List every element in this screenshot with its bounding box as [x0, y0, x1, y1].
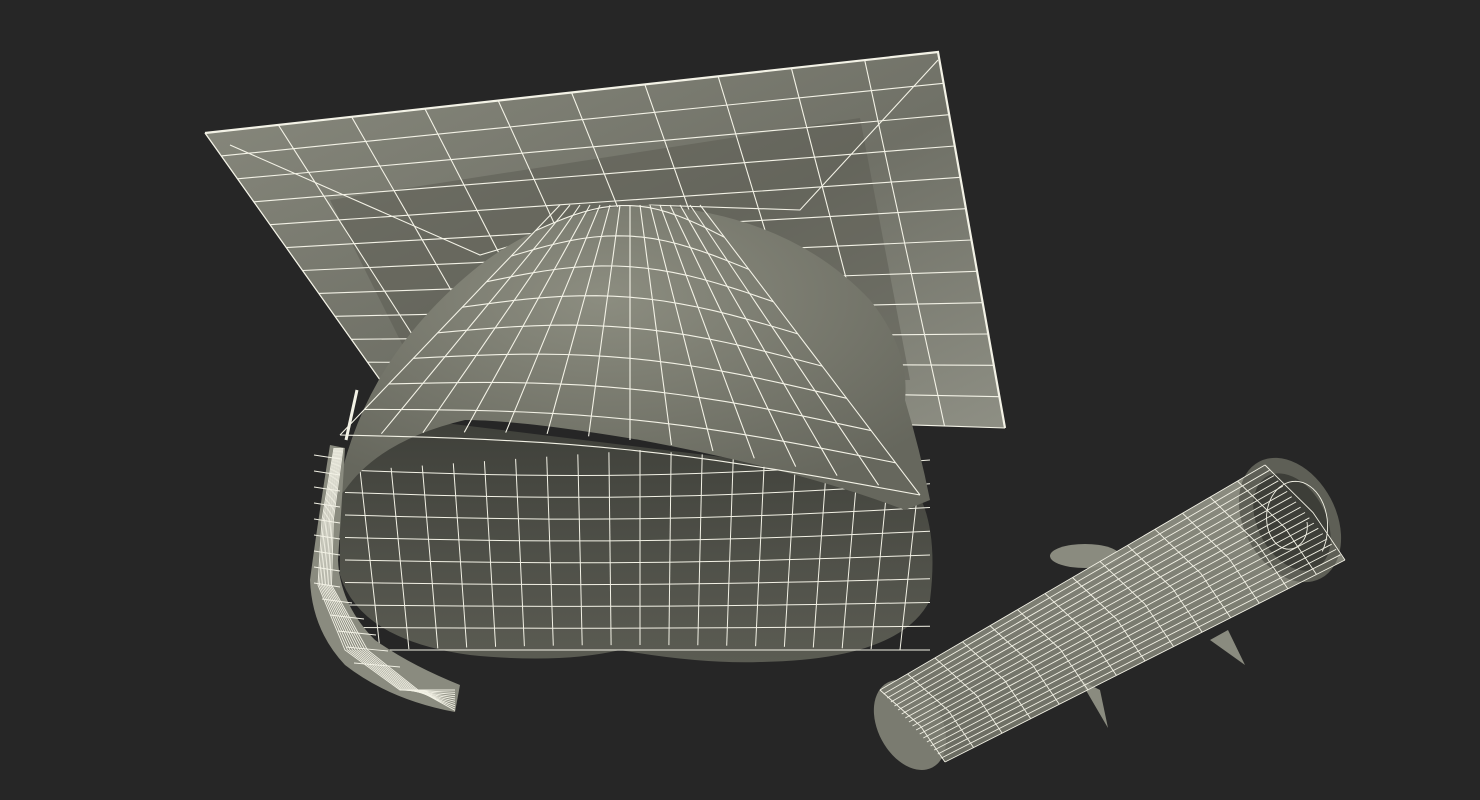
render-viewport: [0, 0, 1480, 800]
wireframe-render: [0, 0, 1480, 800]
